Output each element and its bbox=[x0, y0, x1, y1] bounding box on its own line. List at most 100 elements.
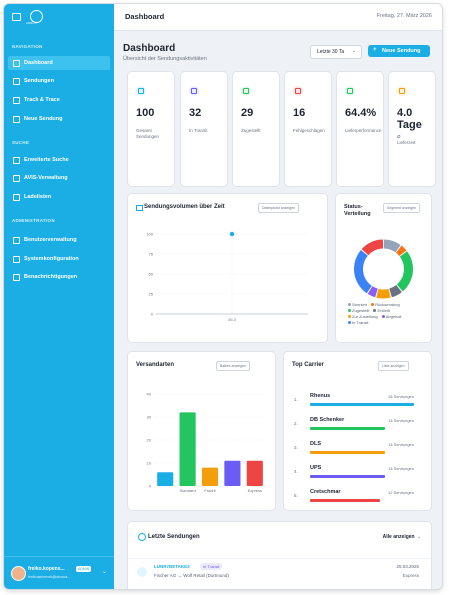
user-profile[interactable]: freiko.kopens... ADMIN freikoanbemö@aboc… bbox=[4, 556, 114, 589]
box-icon bbox=[136, 86, 146, 96]
bell-icon bbox=[13, 274, 20, 281]
recent-title: Letzte Sendungen bbox=[148, 534, 200, 540]
y-tick-label: 40 bbox=[147, 392, 152, 397]
carrier-rank: 2. bbox=[294, 421, 298, 426]
carrier-rank: 4. bbox=[294, 469, 298, 474]
truck-icon bbox=[189, 86, 199, 96]
carrier-count: 13 Sendungen bbox=[387, 466, 414, 471]
kpi-card-delivery-time[interactable]: 4.0 Tage Ø Lieferzeit bbox=[388, 71, 436, 187]
carrier-share-bar bbox=[310, 499, 380, 502]
check-icon bbox=[241, 86, 251, 96]
sidebar-item-benutzerverwaltung[interactable]: Benutzerverwaltung bbox=[8, 233, 110, 247]
kpi-value: 4.0 Tage bbox=[397, 107, 422, 131]
dashboard-icon bbox=[13, 60, 20, 67]
page-title: Dashboard bbox=[123, 43, 176, 54]
y-tick-label: 50 bbox=[149, 272, 154, 277]
search-icon bbox=[13, 157, 20, 164]
carrier-list-button[interactable]: Liste anzeigen bbox=[378, 361, 409, 371]
sidebar-item-dashboard[interactable]: Dashboard bbox=[8, 56, 110, 70]
calendar-icon bbox=[13, 175, 20, 182]
kpi-card-in-transit[interactable]: 32 In Transit bbox=[180, 71, 228, 187]
kpi-value: 29 bbox=[241, 107, 254, 119]
sidebar-item-label: Ladelisten bbox=[24, 194, 52, 200]
users-icon bbox=[13, 237, 20, 244]
range-select[interactable]: Letzte 30 Ta ⌄ bbox=[310, 45, 362, 59]
status-chart-card: Status-Verteilung Segment anzeigen Storn… bbox=[335, 193, 432, 343]
sidebar-item-track-trace[interactable]: Track & Trace bbox=[8, 93, 110, 107]
main-content: Dashboard Übersicht der Sendungsaktivitä… bbox=[114, 31, 442, 589]
donut-slice bbox=[354, 250, 372, 294]
shipment-route: Fischer AG → Wolf Retail (Dortmund) bbox=[154, 573, 229, 578]
kpi-label: Gesamt Sendungen bbox=[136, 128, 160, 139]
kpi-label: Fehlgeschlagen bbox=[293, 128, 325, 133]
carrier-row[interactable]: 4. UPS 13 Sendungen bbox=[294, 465, 414, 483]
topbar-title: Dashboard bbox=[125, 12, 165, 21]
section-suche: SUCHE bbox=[12, 140, 30, 145]
sidebar-item-neue-sendung[interactable]: Neue Sendung bbox=[8, 112, 110, 126]
sidebar-item-label: Benutzerverwaltung bbox=[24, 237, 77, 243]
carrier-title: Top Carrier bbox=[292, 362, 324, 368]
carrier-count: 13 Sendungen bbox=[387, 442, 414, 447]
new-shipment-button[interactable]: + Neue Sendung bbox=[368, 45, 430, 57]
shipment-service: Express bbox=[402, 573, 419, 578]
table-row[interactable]: LUNR7BETAKE3 In Transit Fischer AG → Wol… bbox=[128, 558, 431, 589]
bar bbox=[201, 467, 219, 486]
sidebar-header: ARBOS bbox=[4, 4, 114, 30]
view-all-link[interactable]: Alle anzeigen → bbox=[383, 534, 421, 540]
package-icon bbox=[13, 78, 20, 85]
trend-icon bbox=[345, 86, 355, 96]
sidebar-item-benachrichtigungen[interactable]: Benachrichtigungen bbox=[8, 270, 110, 284]
kpi-card-performance[interactable]: 64.4% Lieferperformance bbox=[336, 71, 384, 187]
y-tick-label: 75 bbox=[149, 252, 154, 257]
kpi-label: Zugestellt bbox=[241, 128, 261, 133]
legend-item: Abgeholt bbox=[381, 314, 402, 320]
bar bbox=[246, 460, 263, 486]
carrier-count: 13 Sendungen bbox=[387, 418, 414, 423]
user-name: freiko.kopens... bbox=[28, 566, 65, 572]
page-subtitle: Übersicht der Sendungsaktivitäten bbox=[123, 56, 207, 62]
sidebar-item-ladelisten[interactable]: Ladelisten bbox=[8, 190, 110, 204]
carrier-row[interactable]: 2. DB Schenker 13 Sendungen bbox=[294, 417, 414, 435]
shipping-bar-chart: 0 10 20 30 40 Standard Fracht Express bbox=[147, 392, 266, 493]
range-select-value: Letzte 30 Ta bbox=[317, 49, 345, 55]
plus-icon bbox=[13, 116, 20, 123]
carrier-row[interactable]: 1. Rhenus 18 Sendungen bbox=[294, 393, 414, 411]
sidebar-toggle-icon[interactable] bbox=[12, 13, 21, 21]
carrier-row[interactable]: 3. DLS 13 Sendungen bbox=[294, 441, 414, 459]
avatar bbox=[11, 566, 26, 581]
status-legend: Storniert Rücksendung Zugestellt Erstell… bbox=[348, 302, 423, 326]
new-shipment-label: Neue Sendung bbox=[382, 48, 421, 54]
sidebar-item-label: Benachrichtigungen bbox=[24, 274, 78, 280]
sidebar-item-sendungen[interactable]: Sendungen bbox=[8, 74, 110, 88]
list-icon bbox=[13, 194, 20, 201]
carrier-name: UPS bbox=[310, 465, 322, 471]
kpi-card-delivered[interactable]: 29 Zugestellt bbox=[232, 71, 280, 187]
x-tick-label: 26.3 bbox=[228, 317, 237, 322]
carrier-rank: 5. bbox=[294, 493, 298, 498]
carrier-rank: 3. bbox=[294, 445, 298, 450]
carrier-name: DB Schenker bbox=[310, 417, 345, 423]
alert-icon bbox=[293, 86, 303, 96]
kpi-card-failed[interactable]: 16 Fehlgeschlagen bbox=[284, 71, 332, 187]
donut-slice bbox=[376, 288, 391, 299]
clock-icon bbox=[397, 86, 407, 96]
sidebar-item-label: Dashboard bbox=[24, 60, 53, 66]
x-tick-label: Express bbox=[248, 488, 262, 493]
carrier-count: 18 Sendungen bbox=[387, 394, 414, 399]
kpi-card-total[interactable]: 100 Gesamt Sendungen bbox=[127, 71, 175, 187]
carrier-row[interactable]: 5. Cretschmar 12 Sendungen bbox=[294, 489, 414, 507]
sidebar-item-avis[interactable]: AVIS-Verwaltung bbox=[8, 171, 110, 185]
sidebar-item-label: Systemkonfiguration bbox=[24, 256, 79, 262]
sidebar-item-systemkonfiguration[interactable]: Systemkonfiguration bbox=[8, 252, 110, 266]
recent-shipments-card: Letzte Sendungen Alle anzeigen → LUNR7BE… bbox=[127, 521, 432, 589]
carrier-share-bar bbox=[310, 475, 385, 478]
y-tick-label: 10 bbox=[147, 461, 152, 466]
kpi-label: Ø Lieferzeit bbox=[397, 134, 416, 145]
donut-slice bbox=[396, 251, 413, 292]
y-tick-label: 20 bbox=[147, 438, 152, 443]
chevron-down-icon[interactable]: ⌄ bbox=[102, 568, 107, 575]
donut-slice bbox=[361, 239, 384, 256]
sidebar-item-erweiterte-suche[interactable]: Erweiterte Suche bbox=[8, 153, 110, 167]
logo-text: ARBOS bbox=[26, 21, 37, 25]
clock-icon bbox=[138, 533, 146, 541]
